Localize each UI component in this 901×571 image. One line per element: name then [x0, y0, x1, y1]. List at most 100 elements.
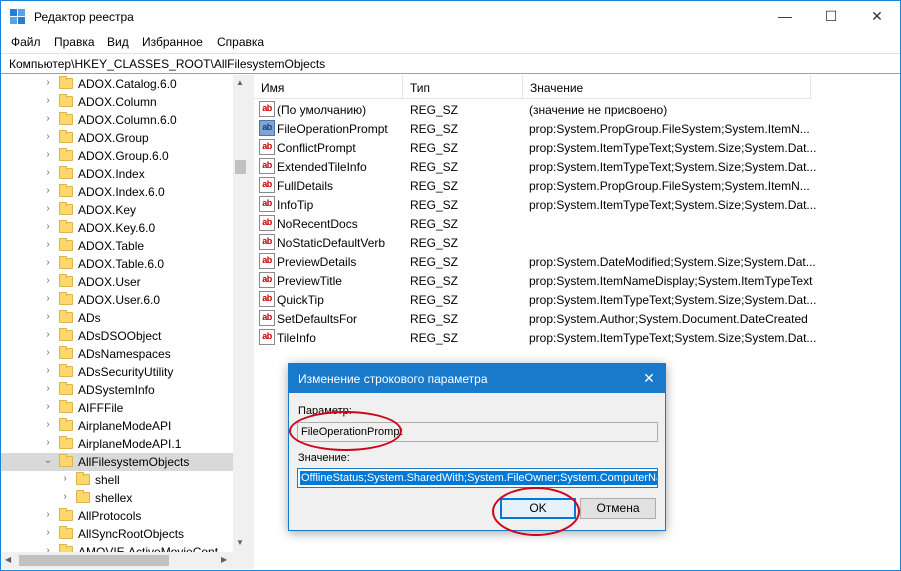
address-path[interactable]: Компьютер\HKEY_CLASSES_ROOT\AllFilesyste… [9, 57, 325, 71]
tree-item[interactable]: › ADsDSOObject [1, 327, 233, 345]
maximize-button[interactable]: ☐ [808, 1, 854, 32]
table-row[interactable]: ab ExtendedTileInfo REG_SZ prop:System.Item… [254, 157, 900, 176]
table-row[interactable]: ab TileInfo REG_SZ prop:System.ItemTypeText… [254, 328, 900, 347]
value-data-cell: prop:System.ItemTypeText;System.Size;Sys… [529, 198, 817, 212]
chevron-right-icon[interactable]: › [43, 186, 53, 196]
tree-item[interactable]: › ADOX.Column [1, 93, 233, 111]
tree-scroll-thumb[interactable] [235, 160, 246, 174]
tree-item[interactable]: › ADs [1, 309, 233, 327]
chevron-right-icon[interactable]: › [43, 114, 53, 124]
tree-item[interactable]: › AirplaneModeAPI.1 [1, 435, 233, 453]
tree-item[interactable]: › ADOX.Index.6.0 [1, 183, 233, 201]
chevron-right-icon[interactable]: › [43, 402, 53, 412]
menu-favorites[interactable]: Избранное [142, 35, 203, 49]
table-row[interactable]: ab NoRecentDocs REG_SZ [254, 214, 900, 233]
column-header-name[interactable]: Имя [254, 75, 403, 99]
tree-item[interactable]: › ADOX.Group.6.0 [1, 147, 233, 165]
tree-item[interactable]: › ADOX.Table [1, 237, 233, 255]
menu-file[interactable]: Файл [11, 35, 41, 49]
scroll-down-arrow-icon[interactable]: ▼ [236, 538, 244, 547]
tree-item[interactable]: › ADOX.User [1, 273, 233, 291]
tree-item[interactable]: › ADOX.Index [1, 165, 233, 183]
minimize-button[interactable]: — [762, 1, 808, 32]
chevron-right-icon[interactable]: › [43, 384, 53, 394]
chevron-right-icon[interactable]: › [43, 330, 53, 340]
chevron-down-icon[interactable]: ⌄ [43, 456, 53, 466]
close-button[interactable]: ✕ [854, 1, 900, 32]
chevron-right-icon[interactable]: › [43, 420, 53, 430]
chevron-right-icon[interactable]: › [43, 348, 53, 358]
menu-view[interactable]: Вид [107, 35, 129, 49]
tree-horizontal-scrollbar[interactable]: ◀ ▶ [1, 552, 248, 569]
table-row[interactable]: ab NoStaticDefaultVerb REG_SZ [254, 233, 900, 252]
address-bar[interactable]: Компьютер\HKEY_CLASSES_ROOT\AllFilesyste… [1, 53, 900, 74]
table-row[interactable]: ab FullDetails REG_SZ prop:System.PropGroup… [254, 176, 900, 195]
tree-item[interactable]: › AllSyncRootObjects [1, 525, 233, 543]
tree-hscroll-thumb[interactable] [19, 555, 169, 566]
chevron-right-icon[interactable]: › [43, 96, 53, 106]
dialog-close-icon[interactable]: ✕ [637, 367, 661, 389]
chevron-right-icon[interactable]: › [43, 438, 53, 448]
column-header-name-label: Имя [261, 81, 285, 95]
chevron-right-icon[interactable]: › [43, 276, 53, 286]
table-row[interactable]: ab PreviewTitle REG_SZ prop:System.ItemName… [254, 271, 900, 290]
tree-item[interactable]: ⌄ AllFilesystemObjects [1, 453, 233, 471]
ok-button[interactable]: OK [500, 498, 576, 519]
tree-item[interactable]: › ADOX.Catalog.6.0 [1, 75, 233, 93]
column-header-value[interactable]: Значение [523, 75, 811, 99]
table-row[interactable]: ab FileOperationPrompt REG_SZ prop:System.P… [254, 119, 900, 138]
chevron-right-icon[interactable]: › [43, 132, 53, 142]
scroll-up-arrow-icon[interactable]: ▲ [236, 78, 244, 87]
table-row[interactable]: ab ConflictPrompt REG_SZ prop:System.ItemTy… [254, 138, 900, 157]
value-data-input[interactable]: OfflineStatus;System.SharedWith;System.F… [297, 468, 658, 488]
chevron-right-icon[interactable]: › [43, 312, 53, 322]
tree-item[interactable]: › AIFFFile [1, 399, 233, 417]
tree-item[interactable]: › ADOX.User.6.0 [1, 291, 233, 309]
value-data-text[interactable]: OfflineStatus;System.SharedWith;System.F… [300, 471, 657, 485]
string-value-icon: ab [259, 253, 275, 269]
chevron-right-icon[interactable]: › [43, 510, 53, 520]
menu-edit[interactable]: Правка [54, 35, 95, 49]
chevron-right-icon[interactable]: › [43, 78, 53, 88]
tree-item[interactable]: › shellex [1, 489, 233, 507]
menu-help[interactable]: Справка [217, 35, 264, 49]
tree-item[interactable]: › AirplaneModeAPI [1, 417, 233, 435]
chevron-right-icon[interactable]: › [43, 528, 53, 538]
tree-item[interactable]: › ADOX.Key.6.0 [1, 219, 233, 237]
tree-item[interactable]: › ADOX.Group [1, 129, 233, 147]
chevron-right-icon[interactable]: › [43, 366, 53, 376]
scroll-left-arrow-icon[interactable]: ◀ [5, 555, 11, 564]
chevron-right-icon[interactable]: › [60, 474, 70, 484]
chevron-right-icon[interactable]: › [43, 222, 53, 232]
table-row[interactable]: ab PreviewDetails REG_SZ prop:System.DateMo… [254, 252, 900, 271]
folder-icon [59, 274, 73, 287]
table-row[interactable]: ab InfoTip REG_SZ prop:System.ItemTypeText;… [254, 195, 900, 214]
table-row[interactable]: ab SetDefaultsFor REG_SZ prop:System.Author… [254, 309, 900, 328]
chevron-right-icon[interactable]: › [43, 168, 53, 178]
chevron-right-icon[interactable]: › [43, 294, 53, 304]
chevron-right-icon[interactable]: › [60, 492, 70, 502]
tree-item[interactable]: › ADOX.Column.6.0 [1, 111, 233, 129]
tree-vertical-scrollbar[interactable]: ▲ ▼ [233, 75, 248, 552]
chevron-right-icon[interactable]: › [43, 204, 53, 214]
chevron-right-icon[interactable]: › [43, 240, 53, 250]
tree-item[interactable]: › ADsSecurityUtility [1, 363, 233, 381]
tree-item[interactable]: › ADOX.Key [1, 201, 233, 219]
chevron-right-icon[interactable]: › [43, 258, 53, 268]
table-row[interactable]: ab QuickTip REG_SZ prop:System.ItemTypeText… [254, 290, 900, 309]
folder-icon [59, 184, 73, 197]
string-value-icon: ab [259, 329, 275, 345]
column-header-type[interactable]: Тип [403, 75, 523, 99]
scroll-right-arrow-icon[interactable]: ▶ [221, 555, 227, 564]
tree-item[interactable]: › shell [1, 471, 233, 489]
tree-item[interactable]: › ADOX.Table.6.0 [1, 255, 233, 273]
cancel-button[interactable]: Отмена [580, 498, 656, 519]
tree-item[interactable]: › AllProtocols [1, 507, 233, 525]
tree-item[interactable]: › AMOVIE.ActiveMovieCont [1, 543, 233, 552]
chevron-right-icon[interactable]: › [43, 150, 53, 160]
tree-item[interactable]: › ADSystemInfo [1, 381, 233, 399]
table-row[interactable]: ab (По умолчанию) REG_SZ (значение не присв… [254, 100, 900, 119]
tree-item[interactable]: › ADsNamespaces [1, 345, 233, 363]
value-name-cell: NoStaticDefaultVerb [277, 236, 386, 250]
folder-icon [59, 382, 73, 395]
